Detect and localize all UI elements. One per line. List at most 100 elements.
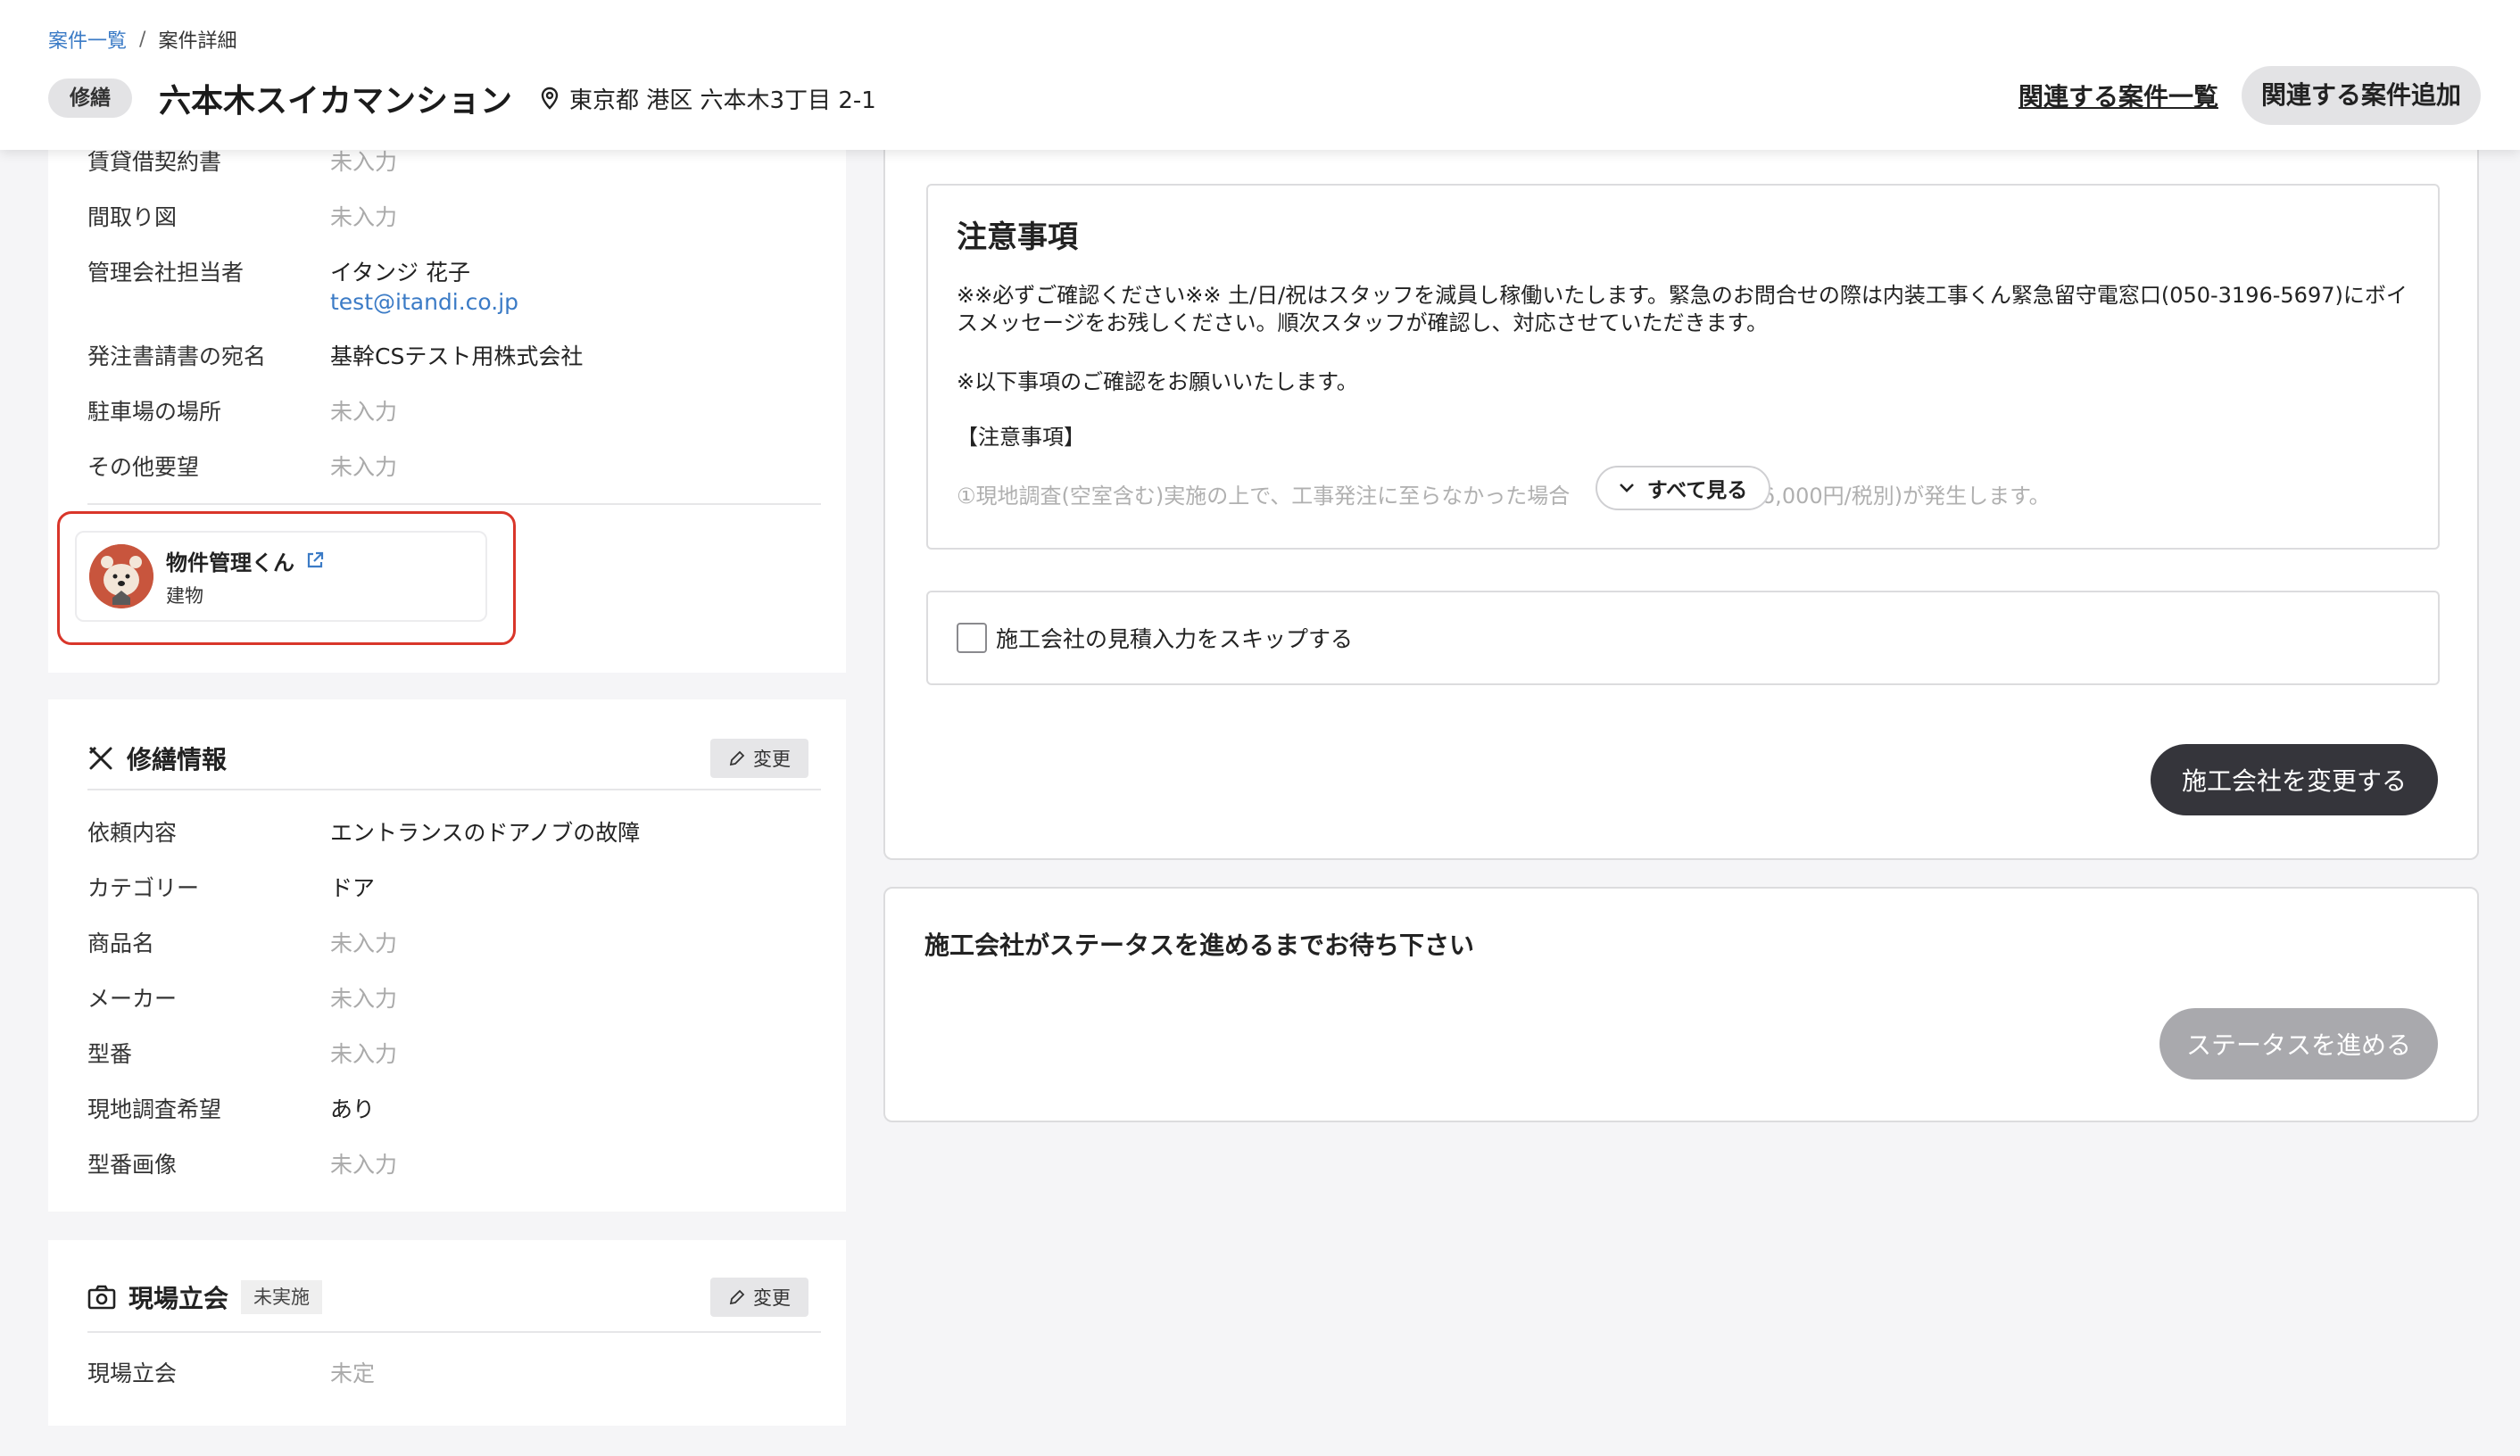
row-label: 型番画像 — [87, 1152, 178, 1178]
row-value: ドア — [330, 875, 376, 901]
info-row: その他要望 未入力 — [87, 450, 397, 482]
row-value: 未入力 — [330, 1152, 398, 1178]
manager-name: イタンジ 花子 — [330, 260, 470, 285]
repair-info-title: 修繕情報 — [127, 745, 228, 774]
tools-icon — [88, 746, 112, 770]
row-label: 型番 — [87, 1041, 133, 1067]
add-related-case-button[interactable]: 関連する案件追加 — [2241, 66, 2481, 125]
notice-line: 【注意事項】 — [957, 425, 1085, 450]
info-row: 発注書請書の宛名 基幹CSテスト用株式会社 — [87, 339, 583, 371]
row-value: 未入力 — [330, 931, 398, 956]
property-name: 六本木スイカマンション — [159, 83, 513, 120]
edit-repair-info-button[interactable]: 変更 — [710, 739, 808, 778]
info-row: 管理会社担当者 イタンジ 花子 test@itandi.co.jp — [87, 255, 518, 315]
manager-email-link[interactable]: test@itandi.co.jp — [330, 289, 518, 315]
row-value: 未入力 — [330, 986, 398, 1012]
info-row: 商品名 未入力 — [87, 926, 397, 958]
row-value: 基幹CSテスト用株式会社 — [330, 343, 584, 369]
info-row: カテゴリー ドア — [87, 871, 375, 903]
external-link-icon[interactable] — [305, 550, 325, 570]
row-value: 未定 — [330, 1361, 376, 1386]
row-value: エントランスのドアノブの故障 — [330, 820, 641, 846]
skip-estimate-label[interactable]: 施工会社の見積入力をスキップする — [996, 622, 1353, 654]
site-meeting-card: 現場立会 未実施 変更 現場立会 未定 — [48, 1240, 846, 1426]
skip-estimate-checkbox[interactable] — [957, 623, 987, 653]
related-cases-link[interactable]: 関連する案件一覧 — [2018, 78, 2218, 113]
advance-status-button[interactable]: ステータスを進める — [2159, 1008, 2438, 1080]
row-label: 駐車場の場所 — [87, 399, 222, 425]
status-badge: 未実施 — [241, 1280, 323, 1314]
info-row: 依頼内容 エントランスのドアノブの故障 — [87, 815, 640, 848]
edit-site-meeting-button[interactable]: 変更 — [710, 1278, 808, 1317]
repair-info-card: 修繕情報 変更 依頼内容 エントランスのドアノブの故障 カテゴリー ドア 商品名… — [48, 699, 846, 1212]
notice-line: ※以下事項のご確認をお願いいたします。 — [957, 369, 1358, 394]
change-contractor-button[interactable]: 施工会社を変更する — [2151, 744, 2438, 815]
info-row: 間取り図 未入力 — [87, 200, 397, 232]
row-value: あり — [330, 1096, 376, 1122]
address: 東京都 港区 六本木3丁目 2-1 — [539, 82, 876, 115]
app-title: 物件管理くん — [166, 550, 294, 575]
status-wait-message: 施工会社がステータスを進めるまでお待ち下さい — [924, 931, 1475, 960]
row-label: 商品名 — [87, 931, 155, 956]
row-value: 未入力 — [330, 204, 398, 230]
row-label: 発注書請書の宛名 — [87, 343, 267, 369]
faded-right: (¥6,000円/税別)が発生します。 — [1739, 484, 2051, 509]
bukken-kanri-kun-link-card[interactable]: 物件管理くん 建物 — [75, 531, 487, 622]
bukken-kanri-kun-avatar — [89, 544, 153, 608]
see-all-button[interactable]: すべて見る — [1596, 466, 1770, 510]
breadcrumb-link-list[interactable]: 案件一覧 — [48, 25, 127, 54]
repair-info-header: 修繕情報 — [87, 740, 227, 776]
pencil-icon — [729, 1289, 745, 1305]
breadcrumb: 案件一覧 / 案件詳細 — [48, 25, 236, 54]
row-label: カテゴリー — [87, 875, 200, 901]
row-value: 未入力 — [330, 399, 398, 425]
bukken-kanri-kun-text: 物件管理くん 建物 — [166, 545, 325, 608]
location-pin-icon — [541, 87, 559, 110]
title-row: 修繕 六本木スイカマンション 東京都 港区 六本木3丁目 2-1 — [48, 79, 876, 120]
status-panel: 施工会社がステータスを進めるまでお待ち下さい ステータスを進める — [883, 887, 2479, 1122]
row-label: 管理会社担当者 — [87, 260, 245, 285]
info-row: 駐車場の場所 未入力 — [87, 394, 397, 426]
row-label: その他要望 — [87, 454, 200, 480]
row-label: 現場立会 — [87, 1361, 178, 1386]
info-row: 現場立会 未定 — [87, 1356, 375, 1388]
type-badge: 修繕 — [48, 79, 132, 118]
info-row: 型番 未入力 — [87, 1037, 397, 1069]
chevron-down-icon — [1619, 484, 1634, 492]
notice-faded-text: ①現地調査(空室含む)実施の上で、工事発注に至らなかった場合 (¥6,000円/税… — [957, 478, 2051, 509]
site-meeting-header: 現場立会 未実施 — [87, 1279, 323, 1315]
row-value: 未入力 — [330, 1041, 398, 1067]
notice-body: ※※必ずご確認ください※※ 土/日/祝はスタッフを減員し稼働いたします。緊急のお… — [957, 283, 2408, 335]
info-row: 型番画像 未入力 — [87, 1147, 397, 1179]
breadcrumb-separator: / — [139, 28, 146, 51]
row-value: イタンジ 花子 test@itandi.co.jp — [330, 255, 518, 315]
notice-title: 注意事項 — [957, 219, 1078, 255]
address-text: 東京都 港区 六本木3丁目 2-1 — [569, 87, 876, 114]
divider — [87, 789, 821, 790]
edit-label: 変更 — [753, 1287, 791, 1309]
edit-label: 変更 — [753, 749, 791, 770]
breadcrumb-current: 案件詳細 — [158, 30, 237, 53]
info-row: メーカー 未入力 — [87, 981, 397, 1013]
faded-left: ①現地調査(空室含む)実施の上で、工事発注に至らなかった場合 — [957, 484, 1571, 509]
divider — [87, 503, 821, 505]
row-value: 未入力 — [330, 454, 398, 480]
skip-estimate-box: 施工会社の見積入力をスキップする — [926, 591, 2440, 685]
app-subtitle: 建物 — [166, 584, 203, 607]
row-label: 間取り図 — [87, 204, 178, 230]
row-label: 現地調査希望 — [87, 1096, 222, 1122]
info-row: 現地調査希望 あり — [87, 1092, 375, 1124]
row-label: メーカー — [87, 986, 178, 1012]
page-header: 案件一覧 / 案件詳細 修繕 六本木スイカマンション 東京都 港区 六本木3丁目… — [0, 0, 2520, 150]
pencil-icon — [729, 750, 745, 766]
header-actions: 関連する案件一覧 関連する案件追加 — [2018, 66, 2481, 125]
contractor-panel: 注意事項 ※※必ずご確認ください※※ 土/日/祝はスタッフを減員し稼働いたします… — [883, 148, 2479, 860]
notice-box: 注意事項 ※※必ずご確認ください※※ 土/日/祝はスタッフを減員し稼働いたします… — [926, 184, 2440, 550]
see-all-label: すべて見る — [1646, 479, 1748, 502]
divider — [87, 1331, 821, 1333]
site-meeting-title: 現場立会 — [128, 1284, 229, 1313]
bear-mascot-icon — [89, 544, 153, 608]
row-label: 依頼内容 — [87, 820, 178, 846]
bukken-kanri-kun-title: 物件管理くん — [166, 545, 325, 576]
camera-icon — [87, 1285, 116, 1310]
